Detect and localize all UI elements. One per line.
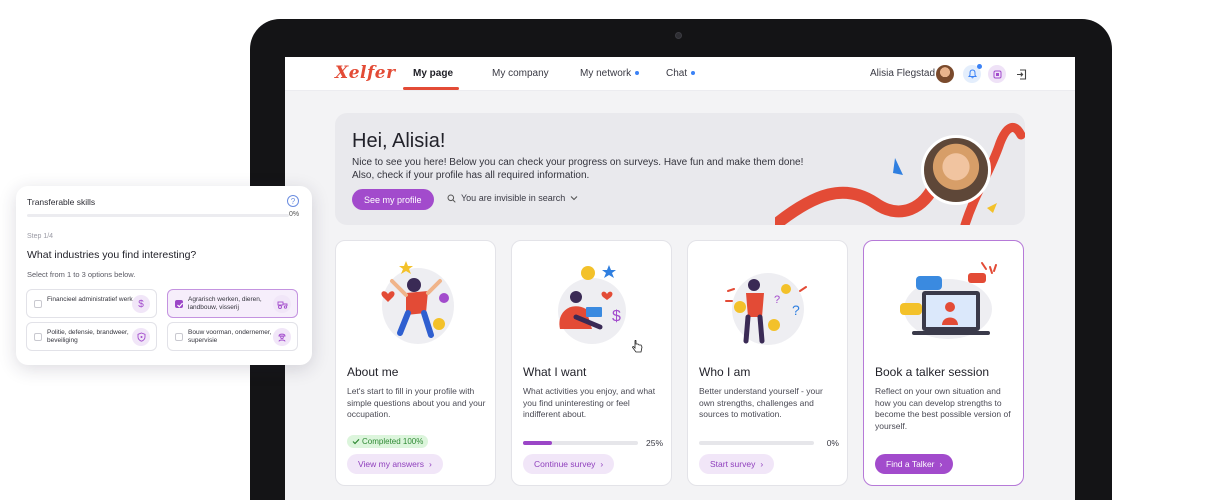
visibility-dropdown[interactable]: You are invisible in search [447,193,578,203]
card-who-i-am[interactable]: ? ? Who I am Better understand yourself … [687,240,848,486]
checkbox[interactable] [34,300,42,308]
card-what-i-want[interactable]: $ What I want What activities you enjoy,… [511,240,672,486]
progress-label: 25% [645,438,663,448]
card-description: Better understand yourself - your own st… [699,386,823,419]
panel-title: Transferable skills [27,197,96,207]
start-survey-button[interactable]: Start survey › [699,454,775,474]
camera-icon [675,32,682,39]
chevron-down-icon [570,196,578,201]
view-answers-button[interactable]: View my answers › [347,454,443,474]
welcome-message: Nice to see you here! Below you can chec… [352,157,804,181]
checkbox[interactable] [175,333,183,341]
notes-icon[interactable] [988,65,1006,83]
progress-fill [523,441,552,445]
option-financieel[interactable]: Financieel administratief werk $ [26,289,157,318]
tractor-icon [273,295,291,313]
profile-photo [921,135,991,205]
card-title: About me [347,365,399,379]
dollar-icon: $ [132,295,150,313]
logo[interactable]: Xelfer [335,63,396,83]
card-description: What activities you enjoy, and what you … [523,386,656,419]
who-i-am-illustration: ? ? [725,273,807,345]
chevron-right-icon: › [428,459,432,469]
chevron-right-icon: › [760,459,764,469]
top-nav: Xelfer My page My company My network Cha… [285,57,1075,91]
continue-survey-button[interactable]: Continue survey › [523,454,615,474]
transferable-skills-panel: Transferable skills ? 0% Step 1/4 What i… [16,186,312,365]
card-title: Book a talker session [875,365,990,379]
card-description: Reflect on your own situation and how yo… [875,386,1011,431]
nav-my-company[interactable]: My company [492,68,549,79]
card-book-talker[interactable]: Book a talker session Reflect on your ow… [863,240,1024,486]
option-agrarisch[interactable]: Agrarisch werken, dieren, landbouw, viss… [167,289,298,318]
option-label: Agrarisch werken, dieren, landbouw, viss… [188,296,262,311]
option-label: Politie, defensie, brandweer, beveiligin… [47,329,129,344]
worker-icon [273,328,291,346]
greeting-title: Hei, Alisia! [352,130,446,152]
progress-track [699,441,814,445]
nav-my-page[interactable]: My page [413,68,453,79]
active-tab-indicator [403,87,459,90]
card-about-me[interactable]: About me Let's start to fill in your pro… [335,240,496,486]
notification-dot [691,71,696,76]
chevron-right-icon: › [939,459,943,469]
status-badge: Completed 100% [347,435,429,448]
panel-progress-label: 0% [289,211,300,218]
user-name[interactable]: Alisia Flegstad [870,68,935,79]
avatar[interactable] [936,65,954,83]
logout-icon[interactable] [1013,66,1029,82]
checkbox-checked[interactable] [175,300,184,308]
nav-chat[interactable]: Chat [666,68,696,79]
survey-question: What industries you find interesting? [27,249,197,261]
survey-progress: 0% [699,438,839,448]
svg-text:?: ? [774,294,780,306]
see-profile-button[interactable]: See my profile [352,189,434,210]
card-title: What I want [523,365,587,379]
survey-progress: 25% [523,438,663,448]
chevron-right-icon: › [600,459,604,469]
svg-text:$: $ [612,308,621,325]
option-politie[interactable]: Politie, defensie, brandweer, beveiligin… [26,322,157,351]
panel-progress-track [27,214,289,217]
hand-cursor-icon [632,340,643,353]
talker-session-illustration [900,262,997,339]
option-label: Bouw voorman, ondernemer, supervisie [188,329,272,344]
notification-dot [635,71,640,76]
help-icon[interactable]: ? [287,195,299,207]
question-hint: Select from 1 to 3 options below. [27,270,136,279]
shield-icon [132,328,150,346]
app-screen: Xelfer My page My company My network Cha… [285,57,1075,500]
nav-my-network[interactable]: My network [580,68,640,79]
checkbox[interactable] [34,333,42,341]
card-description: Let's start to fill in your profile with… [347,386,486,419]
find-talker-button[interactable]: Find a Talker › [875,454,954,474]
about-me-illustration [381,261,454,344]
bell-icon[interactable] [963,64,982,83]
option-bouw[interactable]: Bouw voorman, ondernemer, supervisie [167,322,298,351]
welcome-banner: Hei, Alisia! Nice to see you here! Below… [335,113,1025,225]
search-icon [447,194,456,203]
step-indicator: Step 1/4 [27,233,54,240]
check-icon [352,438,360,445]
option-label: Financieel administratief werk [47,296,133,303]
progress-label: 0% [826,438,839,448]
what-i-want-illustration: $ [558,265,626,344]
notification-badge [977,64,982,69]
card-title: Who I am [699,365,751,379]
svg-text:?: ? [792,302,800,318]
